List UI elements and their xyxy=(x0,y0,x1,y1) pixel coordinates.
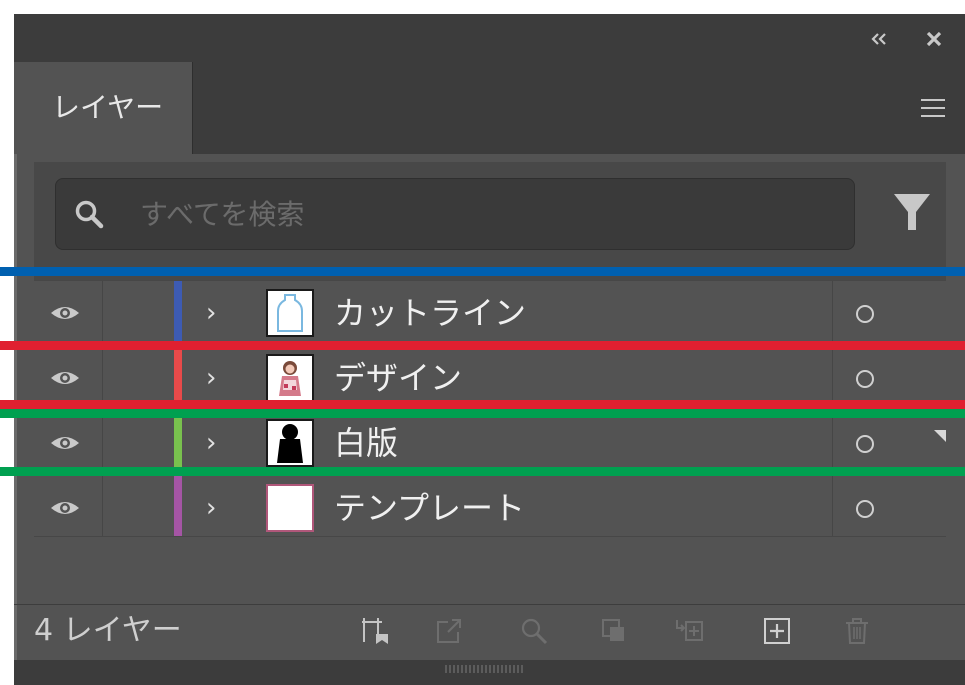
panel-resize-bar[interactable] xyxy=(14,660,965,685)
layer-row-template[interactable]: › テンプレート xyxy=(34,476,946,540)
eye-icon xyxy=(51,437,79,449)
layer-row-cutline[interactable]: › カットライン xyxy=(34,281,946,345)
resize-grip-icon[interactable] xyxy=(444,664,524,674)
search-icon xyxy=(75,200,104,229)
delete-icon[interactable] xyxy=(842,616,872,646)
layer-row-white-plate[interactable]: › 白版 xyxy=(34,411,946,475)
hamburger-menu-icon xyxy=(921,99,945,101)
eye-icon xyxy=(51,307,79,319)
target-circle-icon[interactable] xyxy=(856,435,874,453)
annotation-line-green xyxy=(0,409,965,418)
search-area xyxy=(34,162,946,280)
visibility-toggle[interactable] xyxy=(34,411,103,475)
tab-layers[interactable]: レイヤー xyxy=(14,62,193,154)
lock-toggle[interactable] xyxy=(102,281,175,345)
annotation-line-red xyxy=(0,341,965,350)
locate-object-icon[interactable] xyxy=(519,616,549,646)
panel-tab-row: レイヤー xyxy=(14,62,965,154)
selection-corner-icon xyxy=(934,430,946,442)
chevron-right-icon[interactable]: › xyxy=(206,488,216,528)
target-circle-icon[interactable] xyxy=(856,500,874,518)
cutline-thumbnail-icon xyxy=(277,294,303,332)
chevron-right-icon[interactable]: › xyxy=(206,358,216,398)
eye-icon xyxy=(51,502,79,514)
search-box[interactable] xyxy=(55,178,855,250)
layer-thumbnail xyxy=(266,419,314,467)
layer-color-bar xyxy=(174,281,182,345)
layer-name[interactable]: デザイン xyxy=(334,356,462,400)
search-input[interactable] xyxy=(138,191,822,237)
annotation-line-blue xyxy=(0,267,965,276)
double-chevron-left-icon xyxy=(871,33,886,45)
layer-thumbnail xyxy=(266,484,314,532)
layer-list-empty-space xyxy=(34,536,946,605)
lock-toggle[interactable] xyxy=(102,411,175,475)
visibility-toggle[interactable] xyxy=(34,281,103,345)
layer-count: 4 レイヤー xyxy=(34,613,182,648)
new-layer-icon[interactable] xyxy=(762,616,792,646)
collapse-panel-button[interactable] xyxy=(870,26,888,53)
layer-thumbnail xyxy=(266,354,314,402)
clipping-mask-icon[interactable] xyxy=(599,616,629,646)
filter-icon[interactable] xyxy=(892,190,932,234)
panel-menu-button[interactable] xyxy=(921,96,945,120)
panel-titlebar xyxy=(14,14,965,62)
chevron-right-icon[interactable]: › xyxy=(206,293,216,333)
artboard-icon[interactable] xyxy=(360,616,390,646)
close-panel-button[interactable] xyxy=(926,26,942,54)
sublayer-icon[interactable] xyxy=(674,616,704,646)
silhouette-thumbnail-icon xyxy=(277,424,303,463)
tab-layers-label: レイヤー xyxy=(52,91,164,124)
layer-color-bar xyxy=(174,476,182,540)
layer-name[interactable]: テンプレート xyxy=(334,486,525,530)
target-circle-icon[interactable] xyxy=(856,305,874,323)
lock-toggle[interactable] xyxy=(102,476,175,540)
target-circle-icon[interactable] xyxy=(856,370,874,388)
eye-icon xyxy=(51,372,79,384)
chevron-right-icon[interactable]: › xyxy=(206,423,216,463)
layer-name[interactable]: カットライン xyxy=(334,291,526,335)
close-icon xyxy=(926,31,942,47)
layer-thumbnail xyxy=(266,289,314,337)
annotation-line-green xyxy=(0,467,965,476)
character-thumbnail-icon xyxy=(279,361,301,396)
layer-name[interactable]: 白版 xyxy=(334,421,398,465)
export-icon[interactable] xyxy=(434,616,464,646)
layer-color-bar xyxy=(174,411,182,475)
visibility-toggle[interactable] xyxy=(34,476,103,540)
annotation-line-red xyxy=(0,400,965,409)
